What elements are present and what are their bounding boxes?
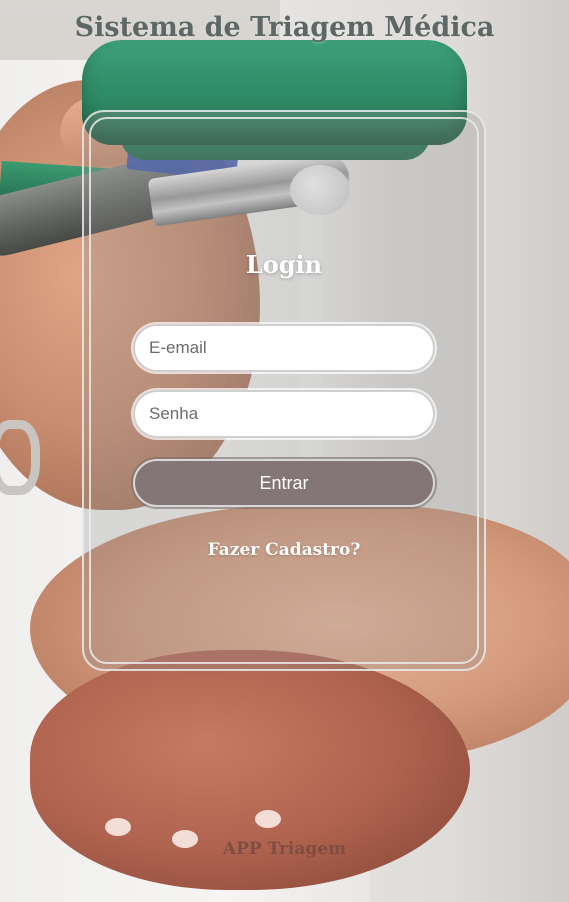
signup-link[interactable]: Fazer Cadastro? <box>84 540 484 560</box>
login-heading: Login <box>245 250 323 279</box>
password-field[interactable] <box>133 390 435 438</box>
background-nail <box>255 810 281 828</box>
login-page: Sistema de Triagem Médica Login Entrar F… <box>0 0 569 902</box>
background-nail <box>105 818 131 836</box>
login-card: Login Entrar Fazer Cadastro? <box>82 110 486 671</box>
page-title: Sistema de Triagem Médica <box>74 12 495 43</box>
footer-text: APP Triagem <box>222 839 347 859</box>
login-button[interactable]: Entrar <box>133 459 435 507</box>
email-field[interactable] <box>133 324 435 372</box>
background-ring <box>0 420 40 495</box>
